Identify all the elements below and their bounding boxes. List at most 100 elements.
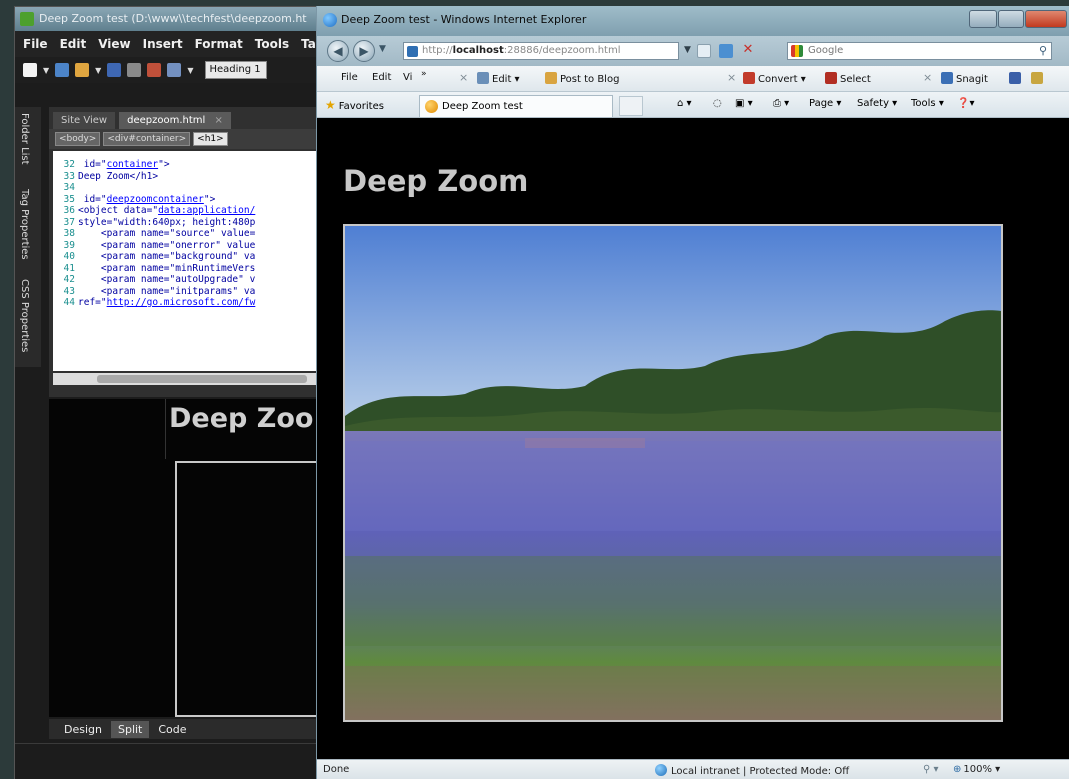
crumb-h1[interactable]: <h1> (193, 132, 228, 146)
read-mail-icon[interactable]: ▣ ▾ (735, 98, 753, 109)
folder-icon[interactable] (75, 63, 90, 77)
tab-css-properties[interactable]: CSS Properties (19, 279, 30, 352)
tab-split[interactable]: Split (110, 720, 150, 738)
edit-button[interactable]: Edit ▾ (477, 72, 520, 85)
editor-side-panel-tabs: Folder List Tag Properties CSS Propertie… (15, 107, 41, 367)
search-icon[interactable]: ⚲ (1039, 44, 1047, 57)
line-number: 43 (63, 285, 75, 297)
protected-mode-icon[interactable]: ⚲ ▾ (923, 764, 939, 775)
more-menus-chevron[interactable]: » (421, 69, 427, 79)
menu-file[interactable]: File (341, 72, 358, 83)
line-number: 38 (63, 228, 75, 239)
menu-view[interactable]: Vi (403, 72, 412, 83)
menu-tools[interactable]: Tools (255, 37, 289, 51)
edit-button-label: Edit (492, 74, 512, 85)
security-zone[interactable]: Local intranet | Protected Mode: Off (655, 764, 849, 777)
toolbar-close-icon[interactable]: × (459, 71, 468, 84)
snagit-options-icon[interactable] (1031, 72, 1043, 84)
zoom-label: 100% (963, 764, 992, 775)
toolbar-close-icon-2[interactable]: × (727, 71, 736, 84)
code-text: <param name="source" value= (78, 228, 256, 239)
url-field[interactable]: http://localhost:28886/deepzoom.html (403, 42, 679, 60)
menu-view[interactable]: View (98, 37, 130, 51)
open-icon[interactable] (55, 63, 70, 77)
post-to-blog-label: Post to Blog (560, 74, 620, 85)
maximize-button[interactable] (998, 10, 1024, 28)
tab-code[interactable]: Code (151, 721, 193, 738)
minimize-button[interactable] (969, 10, 997, 28)
line-number: 39 (63, 239, 75, 251)
page-menu[interactable]: Page ▾ (809, 98, 841, 109)
code-text: <object data=" (78, 205, 159, 216)
snagit-capture-icon[interactable] (1009, 72, 1021, 84)
code-text: id=" (78, 193, 107, 205)
menu-edit[interactable]: Edit (372, 72, 391, 83)
crumb-body[interactable]: <body> (55, 132, 101, 146)
preview-icon[interactable] (147, 63, 162, 77)
preview-dropdown-icon[interactable]: ▼ (187, 66, 193, 75)
favorites-button[interactable]: ★ Favorites (325, 98, 384, 112)
convert-button[interactable]: Convert ▾ (743, 72, 806, 85)
tab-folder-list[interactable]: Folder List (19, 113, 30, 165)
open-dropdown-icon[interactable]: ▼ (95, 66, 101, 75)
browser-window: Deep Zoom test - Windows Internet Explor… (316, 6, 1069, 779)
help-icon[interactable]: ❓▾ (957, 98, 974, 109)
new-tab-button[interactable] (619, 96, 643, 116)
menu-format[interactable]: Format (195, 37, 243, 51)
tab-design[interactable]: Design (57, 721, 109, 738)
publish-icon[interactable] (127, 63, 142, 77)
deep-zoom-image[interactable] (343, 224, 1003, 722)
tab-deepzoom-html[interactable]: deepzoom.html × (119, 112, 231, 129)
url-prefix: http:// (422, 45, 453, 56)
crumb-div-container[interactable]: <div#container> (103, 132, 191, 146)
tab-close-icon[interactable]: × (214, 115, 222, 126)
zoom-level[interactable]: ⊕ 100% ▾ (953, 764, 1000, 775)
save-icon[interactable] (107, 63, 122, 77)
print-icon[interactable]: ⎙ ▾ (773, 98, 789, 109)
edit-icon (477, 72, 489, 84)
menu-insert[interactable]: Insert (143, 37, 183, 51)
editor-title: Deep Zoom test (D:\www\\techfest\deepzoo… (39, 12, 307, 25)
tab-deepzoom-html-label: deepzoom.html (127, 115, 206, 126)
security-zone-label: Local intranet | Protected Mode: Off (671, 766, 850, 777)
code-string: container (106, 159, 159, 170)
code-text: Deep Zoom</h1> (78, 170, 159, 182)
home-icon[interactable]: ⌂ ▾ (677, 98, 692, 109)
forward-arrow-icon[interactable]: ▶ (353, 40, 375, 62)
print-icon[interactable] (167, 63, 182, 77)
browser-title-bar[interactable]: Deep Zoom test - Windows Internet Explor… (317, 6, 1069, 36)
back-arrow-icon[interactable]: ◀ (327, 40, 349, 62)
new-dropdown-icon[interactable]: ▼ (43, 66, 49, 75)
safety-menu[interactable]: Safety ▾ (857, 98, 897, 109)
select-button[interactable]: Select (825, 72, 871, 85)
bluebonnet-field-photo (345, 226, 1001, 720)
menu-edit[interactable]: Edit (60, 37, 87, 51)
browser-tab[interactable]: Deep Zoom test (419, 95, 613, 117)
snagit-icon (941, 72, 953, 84)
refresh-icon[interactable] (719, 44, 733, 58)
compatibility-icon[interactable] (697, 44, 711, 58)
code-text: <param name="autoUpgrade" v (78, 274, 256, 285)
style-select[interactable]: Heading 1 (205, 61, 268, 79)
command-bar: File Edit Vi » × Edit ▾ Post to Blog × C… (317, 66, 1069, 92)
scrollbar-thumb[interactable] (97, 375, 307, 383)
code-text: <param name="onerror" value (78, 239, 256, 251)
tools-menu[interactable]: Tools ▾ (911, 98, 944, 109)
menu-file[interactable]: File (23, 37, 48, 51)
post-to-blog-button[interactable]: Post to Blog (545, 72, 619, 85)
snagit-button[interactable]: Snagit (941, 72, 988, 85)
history-dropdown-icon[interactable]: ▼ (379, 44, 386, 54)
address-dropdown-icon[interactable]: ▼ (684, 45, 691, 55)
code-text: <param name="background" va (78, 251, 256, 262)
stop-icon[interactable]: ✕ (741, 43, 755, 58)
design-guide-line (165, 399, 166, 459)
close-button[interactable] (1025, 10, 1067, 28)
design-heading[interactable]: Deep Zoo (169, 403, 313, 434)
search-input[interactable]: Google ⚲ (787, 42, 1052, 60)
toolbar-close-icon-3[interactable]: × (923, 71, 932, 84)
new-page-icon[interactable] (23, 63, 37, 77)
code-text: "> (203, 193, 216, 205)
tab-tag-properties[interactable]: Tag Properties (19, 189, 30, 260)
feeds-icon[interactable]: ◌ (713, 98, 722, 109)
tab-site-view[interactable]: Site View (53, 112, 116, 129)
